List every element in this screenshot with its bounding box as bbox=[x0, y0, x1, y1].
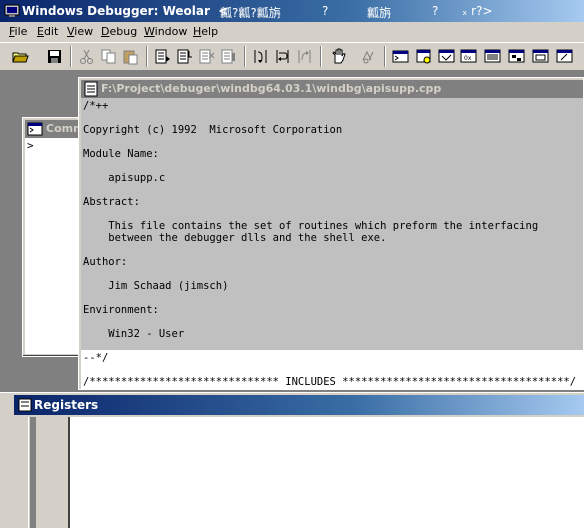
step-out-icon[interactable] bbox=[294, 46, 315, 67]
run-to-cursor-icon[interactable] bbox=[358, 46, 379, 67]
title-garbled-text: 瓤旃 bbox=[367, 6, 392, 20]
code-line: between the debugger dlls and the shell … bbox=[83, 232, 387, 244]
disassembly-icon[interactable] bbox=[530, 46, 551, 67]
registers-window-title-bar[interactable]: Registers bbox=[14, 395, 584, 415]
hand-icon[interactable] bbox=[328, 46, 349, 67]
command-window-icon bbox=[27, 121, 43, 137]
registers-icon[interactable]: 0x bbox=[458, 46, 479, 67]
source-window[interactable]: F:\Project\debuger\windbg64.03.1\windbg\… bbox=[78, 77, 584, 390]
code-line: Jim Schaad (jimsch) bbox=[83, 280, 229, 292]
code-line: Win32 - User bbox=[83, 328, 185, 340]
menu-file[interactable]: File bbox=[9, 25, 27, 38]
locals-icon[interactable] bbox=[436, 46, 457, 67]
title-garbled-text: ₓ r?> bbox=[462, 4, 493, 18]
code-line: Environment: bbox=[83, 304, 159, 316]
code-line: /*++ bbox=[83, 100, 109, 112]
restart-icon[interactable] bbox=[174, 46, 195, 67]
title-garbled-text: 瓤?瓤?瓤旃 bbox=[220, 6, 281, 20]
menu-help[interactable]: Help bbox=[193, 25, 218, 38]
scratch-icon[interactable] bbox=[554, 46, 575, 67]
code-line: /****************************** INCLUDES… bbox=[83, 376, 577, 388]
call-stack-icon[interactable] bbox=[506, 46, 527, 67]
step-over-icon[interactable] bbox=[272, 46, 293, 67]
save-icon[interactable] bbox=[44, 46, 65, 67]
source-code-view[interactable]: /*++ Copyright (c) 1992 Microsoft Corpora… bbox=[81, 98, 583, 389]
title-bar[interactable]: Windows Debugger: Weolar < 瓤?瓤?瓤旃 ? 瓤旃 ?… bbox=[0, 0, 584, 22]
registers-window[interactable]: Registers bbox=[0, 392, 584, 528]
code-line: Abstract: bbox=[83, 196, 140, 208]
title-garbled-text: ? bbox=[322, 4, 329, 18]
registers-window-icon bbox=[17, 397, 33, 413]
step-into-icon[interactable] bbox=[250, 46, 271, 67]
title-garbled-text: ? bbox=[432, 4, 439, 18]
code-line: apisupp.c bbox=[83, 172, 166, 184]
menu-window[interactable]: Window bbox=[144, 25, 187, 38]
source-file-path: F:\Project\debuger\windbg64.03.1\windbg\… bbox=[101, 82, 442, 95]
window-title: Windows Debugger: Weolar < bbox=[22, 4, 229, 18]
source-window-title-bar[interactable]: F:\Project\debuger\windbg64.03.1\windbg\… bbox=[81, 80, 583, 98]
document-icon bbox=[83, 81, 99, 97]
paste-icon[interactable] bbox=[120, 46, 141, 67]
registers-window-title: Registers bbox=[34, 398, 99, 412]
menu-debug[interactable]: Debug bbox=[101, 25, 137, 38]
command-window-icon[interactable] bbox=[390, 46, 411, 67]
menu-edit[interactable]: Edit bbox=[37, 25, 58, 38]
code-line: Module Name: bbox=[83, 148, 159, 160]
break-icon[interactable] bbox=[218, 46, 239, 67]
copy-icon[interactable] bbox=[98, 46, 119, 67]
memory-icon[interactable] bbox=[482, 46, 503, 67]
code-line: This file contains the set of routines w… bbox=[83, 220, 539, 232]
registers-gutter bbox=[36, 417, 66, 528]
registers-content[interactable] bbox=[68, 417, 584, 528]
toolbar: 0x bbox=[0, 42, 584, 71]
svg-text:0x: 0x bbox=[464, 55, 472, 62]
stop-debugging-icon[interactable] bbox=[196, 46, 217, 67]
code-line: --*/ bbox=[83, 352, 109, 364]
code-line: Copyright (c) 1992 Microsoft Corporation bbox=[83, 124, 343, 136]
watch-window-icon[interactable] bbox=[414, 46, 435, 67]
go-icon[interactable] bbox=[152, 46, 173, 67]
menu-bar: File Edit View Debug Window Help bbox=[0, 22, 584, 41]
code-line: Author: bbox=[83, 256, 128, 268]
menu-view[interactable]: View bbox=[67, 25, 93, 38]
command-prompt[interactable]: > bbox=[27, 139, 34, 152]
cut-icon[interactable] bbox=[76, 46, 97, 67]
open-icon[interactable] bbox=[10, 46, 31, 67]
windbg-app-icon[interactable] bbox=[4, 3, 20, 19]
mdi-frame-edge bbox=[14, 417, 29, 528]
